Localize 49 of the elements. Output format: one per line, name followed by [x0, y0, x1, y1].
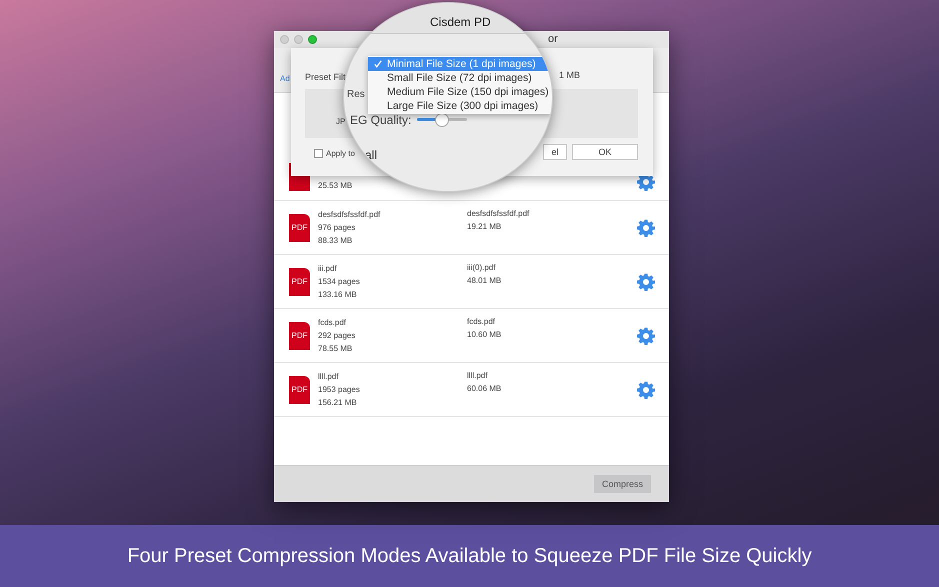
dialog-button[interactable]: OK [572, 144, 638, 160]
apply-label: Apply to [326, 149, 355, 158]
caption-text: Four Preset Compression Modes Available to Squeeze PDF File Size Quickly [127, 544, 812, 568]
file-name: iii.pdf [318, 264, 338, 274]
slider-thumb[interactable] [435, 113, 449, 127]
zoom-button[interactable] [308, 35, 317, 44]
output-file-size: 48.01 MB [467, 276, 502, 286]
dialog-button[interactable]: el [543, 144, 567, 160]
file-name: desfsdfsfssfdf.pdf [318, 210, 382, 220]
menu-item[interactable]: Medium File Size (150 dpi images) [368, 85, 552, 99]
quality-label: EG Quality: [350, 113, 412, 127]
apply-checkbox[interactable] [314, 149, 323, 158]
output-file-name: llll.pdf [467, 371, 488, 381]
page-count: 292 pages [318, 330, 356, 340]
menu-item[interactable]: Large File Size (300 dpi images) [368, 99, 552, 113]
page-count: 976 pages [318, 222, 356, 232]
page-count: 1953 pages [318, 384, 361, 394]
output-file-name: fcds.pdf [467, 317, 496, 327]
settings-icon[interactable] [637, 218, 655, 236]
settings-icon[interactable] [637, 380, 655, 398]
file-name: fcds.pdf [318, 318, 348, 328]
preset-label: Preset Filt [305, 72, 346, 82]
menu-item[interactable]: Small File Size (72 dpi images) [368, 71, 552, 85]
pdf-file-icon: PDF [289, 268, 310, 296]
pdf-file-icon: PDF [289, 214, 310, 242]
size-label: 1 MB [559, 70, 580, 80]
output-file-size: 19.21 MB [467, 222, 502, 232]
settings-icon[interactable] [637, 326, 655, 344]
file-size: 78.55 MB [318, 344, 354, 354]
file-size: 25.53 MB [318, 181, 354, 191]
resolution-label: Res [347, 89, 365, 100]
window-title: Cisdem PD [430, 15, 491, 29]
settings-icon[interactable] [637, 272, 655, 290]
settings-icon[interactable] [637, 173, 655, 191]
checkmark-icon [374, 60, 382, 68]
jpeg-label: JP [336, 117, 346, 126]
pdf-file-icon: PDF [289, 376, 310, 404]
page-count: 1534 pages [318, 276, 361, 286]
output-file-size: 60.06 MB [467, 384, 502, 394]
output-file-name: desfsdfsfssfdf.pdf [467, 209, 530, 219]
file-size: 88.33 MB [318, 236, 354, 246]
file-name: llll.pdf [318, 372, 340, 382]
file-size: 133.16 MB [318, 290, 358, 300]
window-title: or [548, 33, 558, 45]
pdf-file-icon: PDF [289, 322, 310, 350]
output-file-name: iii(0).pdf [467, 263, 496, 273]
file-size: 156.21 MB [318, 398, 358, 408]
compress-button[interactable]: Compress [594, 475, 651, 493]
output-file-size: 10.60 MB [467, 330, 502, 340]
